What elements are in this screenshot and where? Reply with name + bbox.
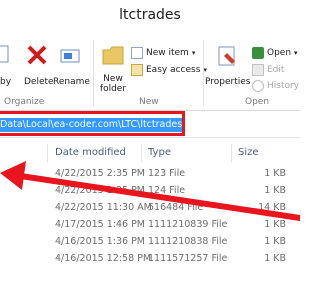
annotation-arrow: [0, 161, 300, 221]
